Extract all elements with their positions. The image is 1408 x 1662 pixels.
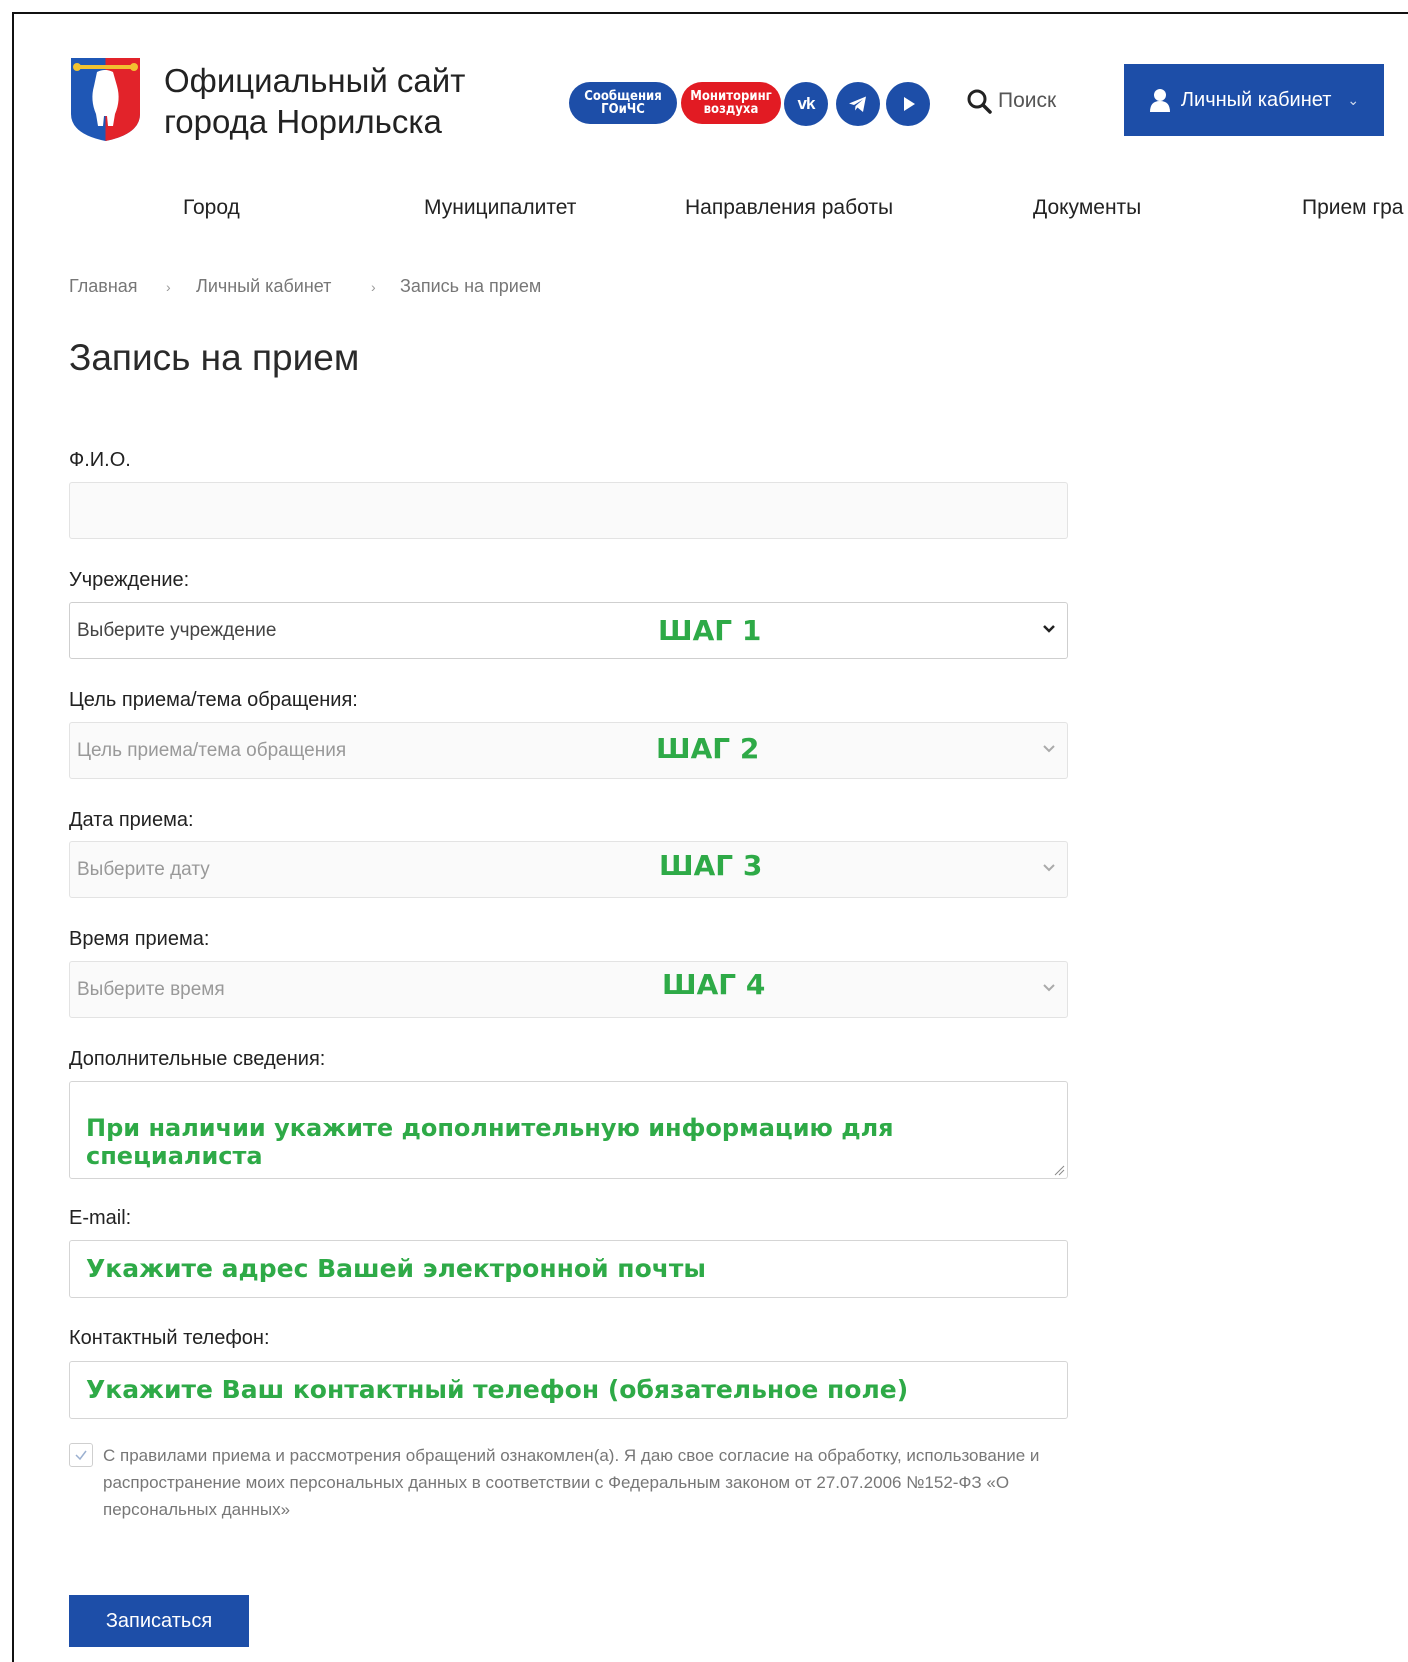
personal-cabinet-button[interactable]: Личный кабинет ⌄ — [1124, 64, 1384, 136]
purpose-placeholder: Цель приема/тема обращения — [77, 740, 347, 761]
personal-cabinet-label: Личный кабинет — [1180, 88, 1332, 111]
step-1-annotation: ШАГ 1 — [658, 614, 762, 647]
date-placeholder: Выберите дату — [77, 859, 210, 880]
step-2-annotation: ШАГ 2 — [656, 732, 760, 765]
phone-input[interactable]: Укажите Ваш контактный телефон (обязател… — [69, 1361, 1068, 1419]
site-title[interactable]: Официальный сайт города Норильска — [164, 60, 465, 142]
goichs-messages-line2: ГОиЧС — [601, 102, 645, 117]
email-input[interactable]: Укажите адрес Вашей электронной почты — [69, 1240, 1068, 1298]
submit-button[interactable]: Записаться — [69, 1595, 249, 1647]
institution-placeholder: Выберите учреждение — [77, 620, 277, 641]
resize-handle-icon[interactable] — [1053, 1164, 1065, 1176]
email-label: E-mail: — [69, 1207, 132, 1229]
site-title-line1: Официальный сайт — [164, 62, 466, 99]
nav-item-documents[interactable]: Документы — [1033, 196, 1141, 220]
extra-info-hint: При наличии укажите дополнительную инфор… — [86, 1114, 894, 1170]
nav-item-municipality[interactable]: Муниципалитет — [424, 196, 576, 220]
extra-info-label: Дополнительные сведения: — [69, 1048, 326, 1070]
institution-label: Учреждение: — [69, 569, 190, 591]
fio-label: Ф.И.О. — [69, 449, 131, 471]
time-label: Время приема: — [69, 928, 210, 950]
breadcrumb-current: Запись на прием — [400, 276, 542, 296]
phone-label: Контактный телефон: — [69, 1327, 270, 1349]
breadcrumb-separator: › — [166, 279, 171, 295]
extra-info-textarea[interactable]: При наличии укажите дополнительную инфор… — [69, 1081, 1068, 1179]
date-label: Дата приема: — [69, 809, 194, 831]
phone-hint: Укажите Ваш контактный телефон (обязател… — [86, 1375, 909, 1404]
chevron-down-icon — [1043, 984, 1055, 992]
telegram-icon[interactable] — [836, 82, 880, 126]
checkmark-icon — [75, 1450, 87, 1461]
goichs-messages-button[interactable]: Сообщения ГОиЧС — [569, 82, 677, 124]
norilsk-coat-of-arms-logo[interactable] — [69, 56, 142, 142]
breadcrumb-home[interactable]: Главная — [69, 276, 138, 297]
air-monitoring-line2: воздуха — [703, 102, 759, 117]
breadcrumb-personal-cabinet[interactable]: Личный кабинет — [196, 276, 331, 297]
time-select[interactable]: Выберите время — [69, 961, 1068, 1018]
breadcrumb-separator: › — [371, 279, 376, 295]
telegram-plane-glyph — [849, 96, 866, 112]
consent-checkbox[interactable] — [69, 1443, 93, 1467]
chevron-down-icon — [1043, 864, 1055, 872]
user-icon — [1149, 89, 1170, 112]
consent-text: С правилами приема и рассмотрения обраще… — [103, 1446, 1040, 1519]
date-select[interactable]: Выберите дату — [69, 841, 1068, 898]
search-label: Поиск — [998, 89, 1057, 112]
step-4-annotation: ШАГ 4 — [662, 968, 766, 1001]
site-title-line2: города Норильска — [164, 103, 442, 140]
step-3-annotation: ШАГ 3 — [659, 849, 763, 882]
nav-item-work-directions[interactable]: Направления работы — [685, 196, 893, 220]
video-play-icon[interactable] — [886, 82, 930, 126]
purpose-label: Цель приема/тема обращения: — [69, 689, 358, 711]
vk-icon[interactable]: vk — [784, 82, 828, 126]
search-icon — [967, 89, 992, 114]
play-glyph — [904, 97, 915, 111]
chevron-down-icon — [1043, 625, 1055, 633]
chevron-down-icon: ⌄ — [1347, 91, 1360, 108]
email-hint: Укажите адрес Вашей электронной почты — [86, 1254, 707, 1283]
purpose-select[interactable]: Цель приема/тема обращения — [69, 722, 1068, 779]
fio-input[interactable] — [69, 482, 1068, 539]
institution-select[interactable]: Выберите учреждение — [69, 602, 1068, 659]
nav-item-citizen-reception[interactable]: Прием гра — [1302, 196, 1408, 220]
air-monitoring-button[interactable]: Мониторинг воздуха — [681, 82, 781, 124]
chevron-down-icon — [1043, 745, 1055, 753]
search-button[interactable]: Поиск — [966, 88, 1056, 114]
nav-item-city[interactable]: Город — [183, 196, 240, 220]
time-placeholder: Выберите время — [77, 979, 225, 1000]
page-title: Запись на прием — [69, 337, 360, 378]
vk-icon-label: vk — [797, 94, 816, 113]
